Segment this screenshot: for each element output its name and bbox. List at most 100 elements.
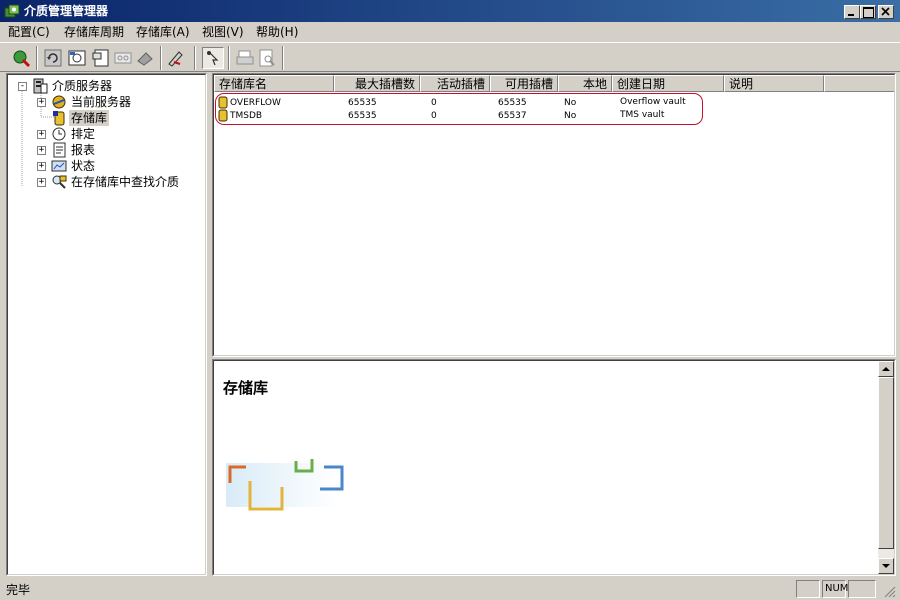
tree-item-label: 存储库 [69,110,110,126]
menu-config[interactable]: 配置(C) [8,24,50,40]
minimize-button[interactable] [844,5,860,19]
tree-item-find-media[interactable]: + 在存储库中查找介质 [8,174,198,190]
table-row[interactable]: TMSDB 65535 0 65537 No TMS vault [214,109,894,122]
print-button[interactable] [234,47,256,69]
tree-item-label: 报表 [71,143,96,157]
toolbar [0,42,900,72]
column-header-local[interactable]: 本地 [558,75,612,92]
cell-vault-name: TMSDB [230,111,263,121]
eraser-icon [137,52,153,66]
tree-item-label: 状态 [71,159,96,173]
arrow-down-icon [882,564,890,568]
report-icon [53,142,66,158]
status-panel-empty [848,580,876,598]
preview-icon [259,49,275,67]
refresh-icon [44,49,62,67]
menu-view[interactable]: 视图(V) [202,24,244,40]
menu-vault[interactable]: 存储库(A) [136,24,190,40]
vertical-scrollbar[interactable] [878,361,894,574]
collapse-icon[interactable]: - [18,82,27,91]
cell-max-slots: 65535 [348,98,377,108]
scroll-thumb[interactable] [878,377,894,549]
menu-bar: 配置(C) 存储库周期 存储库(A) 视图(V) 帮助(H) [0,22,900,42]
tree-item-schedule[interactable]: + 排定 [8,126,198,142]
tree-item-current-server[interactable]: + 当前服务器 [8,94,198,110]
edit-icon [168,51,183,67]
edit-button[interactable] [164,47,186,69]
expand-icon[interactable]: + [37,146,46,155]
tree-item-vault[interactable]: 存储库 [8,110,198,126]
tree-item-report[interactable]: + 报表 [8,142,198,158]
column-header-description[interactable]: 说明 [724,75,824,92]
properties-icon [92,49,109,67]
scroll-up-button[interactable] [878,361,894,377]
arrow-up-icon [882,367,890,371]
media-button[interactable] [66,47,88,69]
tree-item-label: 当前服务器 [71,95,132,109]
cell-active-slots: 0 [431,111,437,121]
preview-button[interactable] [256,47,278,69]
menu-vault-cycle[interactable]: 存储库周期 [64,24,124,40]
media-icon [68,50,86,66]
find-media-icon [52,175,67,189]
cell-created-date: Overflow vault [620,97,686,107]
schedule-icon [52,127,66,141]
properties-button[interactable] [90,47,112,69]
cell-available-slots: 65535 [498,98,527,108]
connect-button[interactable] [10,47,32,69]
tape-button[interactable] [112,47,134,69]
maximize-icon [863,7,874,18]
tree-item-label: 在存储库中查找介质 [71,175,180,189]
server-icon [52,95,66,109]
app-icon[interactable] [4,3,20,19]
expand-icon[interactable]: + [37,178,46,187]
cell-local: No [564,98,577,108]
status-text: 完毕 [6,583,31,597]
table-row[interactable]: OVERFLOW 65535 0 65535 No Overflow vault [214,96,894,109]
pointer-button[interactable] [202,47,224,69]
tape-icon [114,52,132,64]
status-icon [51,160,67,172]
window-title: 介质管理管理器 [24,4,109,18]
tree-pane: - 介质服务器 + 当前服务器 存储库 + 排定 + 报表 + 状态 + 在存储… [6,73,207,576]
resize-grip-icon[interactable] [882,584,896,598]
refresh-button[interactable] [42,47,64,69]
column-header-active-slots[interactable]: 活动插槽 [420,75,490,92]
column-header-filler [824,75,894,92]
menu-help[interactable]: 帮助(H) [256,24,298,40]
media-server-icon [33,78,48,94]
expand-icon[interactable]: + [37,162,46,171]
tree-item-status[interactable]: + 状态 [8,158,198,174]
cell-vault-name: OVERFLOW [230,98,281,108]
status-bar: 完毕 NUM [0,578,900,600]
tree-item-media-server[interactable]: - 介质服务器 [8,78,198,94]
status-panel-empty [796,580,820,598]
vault-icon [218,96,228,109]
column-header-created-date[interactable]: 创建日期 [612,75,724,92]
status-num-lock: NUM [822,580,848,598]
detail-pane: 存储库 [212,359,896,576]
vault-list-pane: 存储库名 最大插槽数 活动插槽 可用插槽 本地 创建日期 说明 OVERFLOW… [212,73,896,357]
detail-heading: 存储库 [223,379,269,397]
vault-icon [218,109,228,122]
expand-icon[interactable]: + [37,130,46,139]
scroll-down-button[interactable] [878,558,894,574]
maximize-button[interactable] [860,5,876,19]
expand-icon[interactable]: + [37,98,46,107]
cell-available-slots: 65537 [498,111,527,121]
column-header-available-slots[interactable]: 可用插槽 [490,75,558,92]
cell-active-slots: 0 [431,98,437,108]
minimize-icon [848,14,854,16]
print-icon [236,50,254,65]
title-bar[interactable]: 介质管理管理器 [0,0,900,22]
connect-icon [13,50,31,68]
vault-logo-graphic [226,459,344,511]
cell-max-slots: 65535 [348,111,377,121]
column-header-max-slots[interactable]: 最大插槽数 [334,75,420,92]
eraser-button[interactable] [134,47,156,69]
column-header-vault-name[interactable]: 存储库名 [214,75,334,92]
pointer-icon [207,51,219,66]
tree-root-label: 介质服务器 [52,79,113,93]
close-button[interactable] [878,5,894,19]
close-icon [881,7,890,16]
